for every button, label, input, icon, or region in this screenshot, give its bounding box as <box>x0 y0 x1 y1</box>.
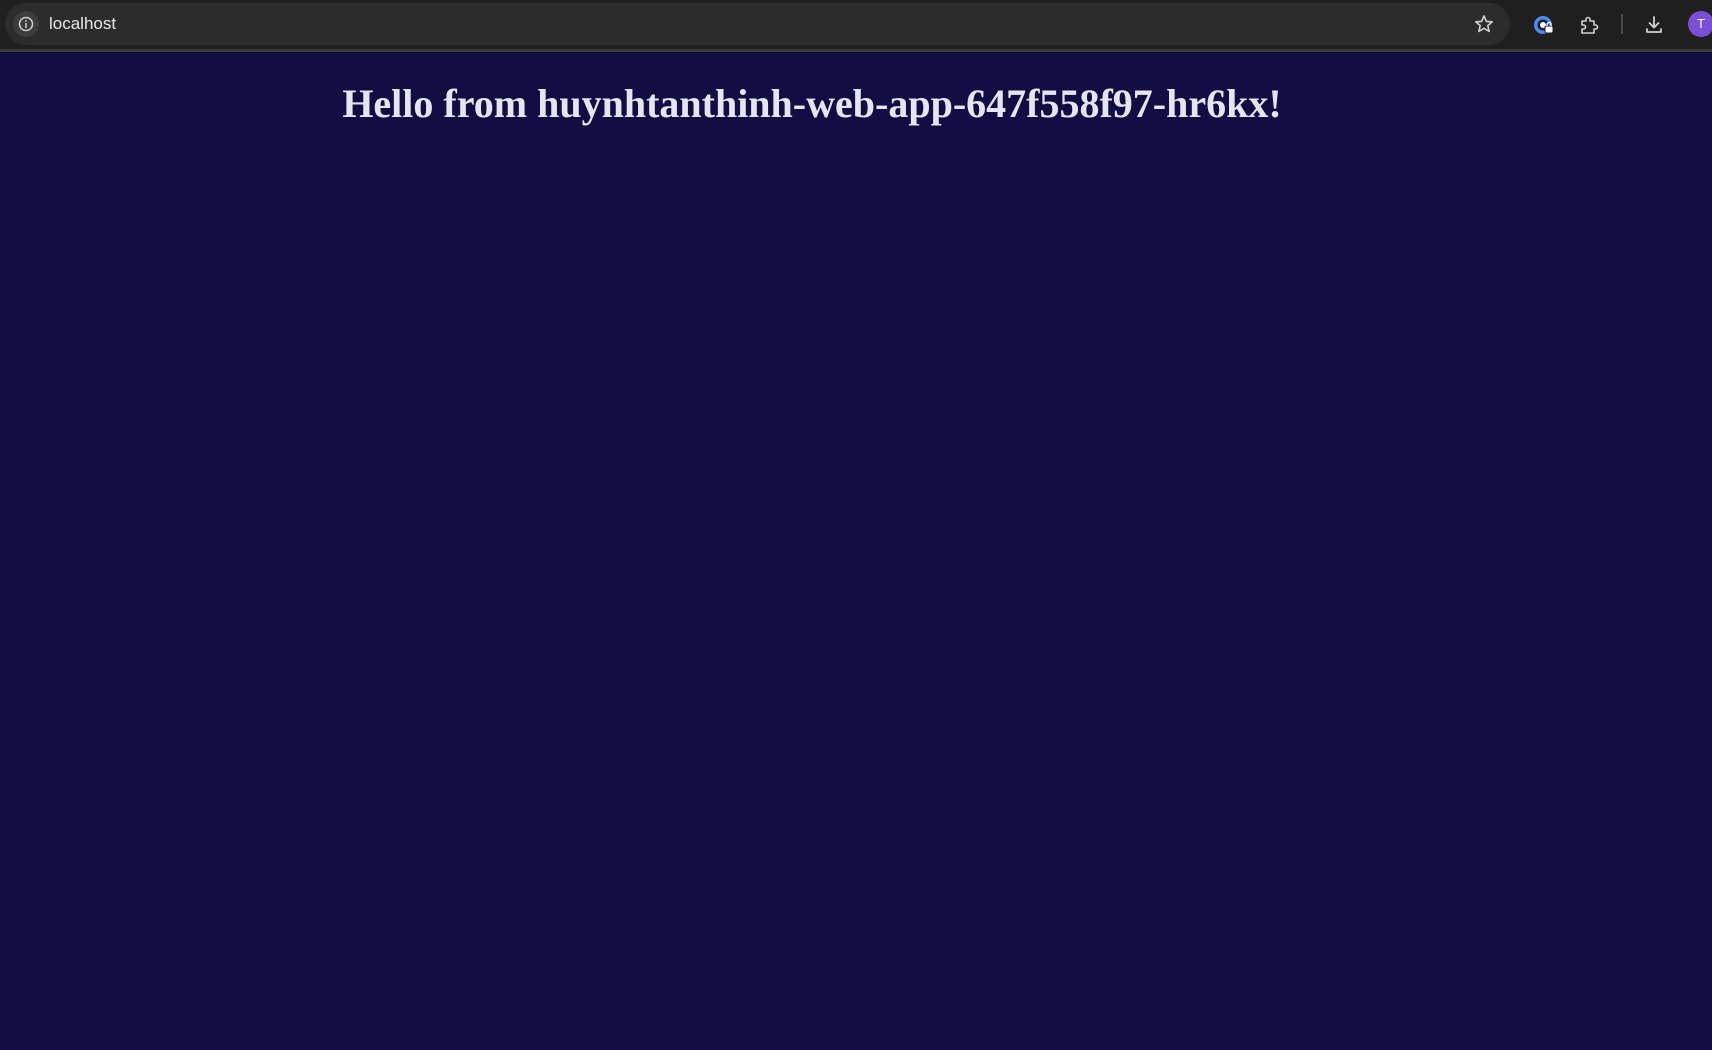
url-text[interactable]: localhost <box>49 3 116 45</box>
star-icon[interactable] <box>1472 12 1496 36</box>
password-manager-icon[interactable] <box>1531 12 1557 38</box>
browser-toolbar: localhost T <box>0 0 1712 52</box>
download-icon[interactable] <box>1641 12 1667 38</box>
address-bar[interactable]: localhost <box>5 3 1510 45</box>
info-icon[interactable] <box>13 11 39 37</box>
page-content: Hello from huynhtanthinh-web-app-647f558… <box>0 52 1712 1050</box>
page-heading: Hello from huynhtanthinh-web-app-647f558… <box>342 81 1282 126</box>
profile-avatar[interactable]: T <box>1688 11 1712 37</box>
puzzle-icon[interactable] <box>1576 12 1602 38</box>
toolbar-divider <box>1621 14 1623 34</box>
